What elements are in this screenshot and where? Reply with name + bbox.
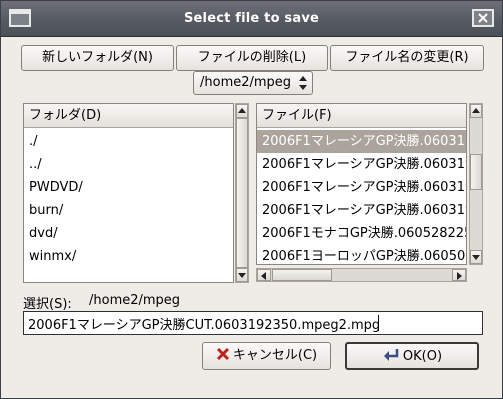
folder-scrollbar[interactable] [235,103,249,283]
scroll-up-button[interactable] [236,104,248,118]
ok-button-label: OK(O) [402,349,443,364]
folder-list-header[interactable]: フォルダ(D) [24,104,233,128]
file-item[interactable]: 2006F1マレーシアGP決勝.060319 [257,176,466,199]
arrow-up-icon [238,108,246,113]
folder-item[interactable]: ../ [24,153,233,176]
file-item[interactable]: 2006F1マレーシアGP決勝.060319 [257,199,466,222]
delete-file-button[interactable]: ファイルの削除(L) [176,45,328,71]
scroll-down-button[interactable] [236,268,248,282]
file-item[interactable]: 2006F1マレーシアGP決勝.060319 [257,153,466,176]
close-icon[interactable] [472,9,494,27]
folder-item[interactable]: winmx/ [24,245,233,268]
arrow-left-icon [261,272,266,280]
ok-button[interactable]: OK(O) [345,342,479,370]
arrow-right-icon [457,272,462,280]
folder-item[interactable]: burn/ [24,199,233,222]
return-arrow-icon [383,349,399,361]
scroll-down-button[interactable] [470,250,482,264]
text-caret [378,315,379,331]
arrow-down-icon [238,273,246,278]
file-list-header[interactable]: ファイル(F) [257,104,466,128]
cancel-button[interactable]: キャンセル(C) [202,342,331,370]
cancel-button-label: キャンセル(C) [232,348,318,363]
folder-list[interactable]: フォルダ(D) ./ ../ PWDVD/ burn/ dvd/ winmx/ [23,103,234,283]
filename-input[interactable] [23,311,483,335]
rename-file-button[interactable]: ファイル名の変更(R) [330,45,484,71]
arrow-down-icon [472,255,480,260]
file-save-dialog: Select file to save 新しいフォルダ(N) ファイルの削除(L… [0,0,503,399]
titlebar[interactable]: Select file to save [1,1,502,37]
scroll-right-button[interactable] [452,269,466,281]
window-title: Select file to save [183,11,320,26]
updown-arrows-icon [299,76,307,90]
new-folder-button[interactable]: 新しいフォルダ(N) [21,45,174,71]
path-combo[interactable]: /home2/mpeg [193,71,313,95]
cancel-x-icon [216,347,229,361]
file-item-selected[interactable]: 2006F1マレーシアGP決勝.060319 [257,130,466,153]
file-item[interactable]: 2006F1ヨーロッパGP決勝.060507 [257,245,466,264]
hscroll-thumb[interactable] [272,269,332,281]
selection-path: /home2/mpeg [89,293,181,308]
folder-item[interactable]: ./ [24,130,233,153]
scroll-left-button[interactable] [257,269,271,281]
folder-item[interactable]: dvd/ [24,222,233,245]
selection-label: 選択(S): [23,297,72,312]
scroll-thumb[interactable] [236,118,248,268]
path-combo-value: /home2/mpeg [200,75,292,90]
folder-item[interactable]: PWDVD/ [24,176,233,199]
file-hscrollbar[interactable] [256,268,467,282]
file-list[interactable]: ファイル(F) 2006F1マレーシアGP決勝.060319 2006F1マレー… [256,103,467,265]
file-item[interactable]: 2006F1モナコGP決勝.0605282255 [257,222,466,245]
scroll-up-button[interactable] [470,104,482,118]
scroll-thumb[interactable] [470,154,482,190]
arrow-up-icon [472,108,480,113]
file-vscrollbar[interactable] [469,103,483,265]
